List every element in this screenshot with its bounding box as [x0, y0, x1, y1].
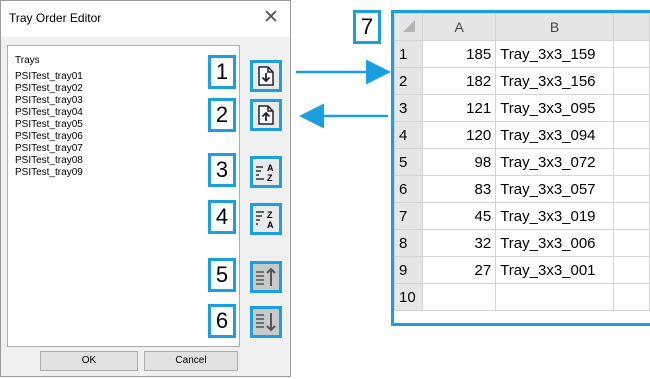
close-icon[interactable]: ✕	[263, 8, 279, 28]
row-header[interactable]: 10	[394, 283, 424, 311]
column-header-b[interactable]: B	[495, 13, 614, 41]
column-header-a[interactable]: A	[422, 13, 497, 41]
cell-b8[interactable]: Tray_3x3_006	[495, 229, 614, 257]
list-item[interactable]: PSITest_tray02	[15, 83, 83, 94]
callout-3: 3	[208, 153, 236, 187]
cell-c8[interactable]	[612, 229, 650, 257]
corner-triangle-icon	[402, 20, 415, 32]
cell-b4[interactable]: Tray_3x3_094	[495, 121, 614, 149]
cell-b10[interactable]	[495, 283, 614, 311]
list-item[interactable]: PSITest_tray08	[15, 155, 83, 166]
list-item[interactable]: PSITest_tray03	[15, 95, 83, 106]
cell-c5[interactable]	[612, 148, 650, 176]
cell-b9[interactable]: Tray_3x3_001	[495, 256, 614, 284]
cell-c10[interactable]	[612, 283, 650, 311]
cell-a8[interactable]: 32	[422, 229, 497, 257]
row-header[interactable]: 7	[394, 202, 424, 230]
cell-a7[interactable]: 45	[422, 202, 497, 230]
list-item[interactable]: PSITest_tray07	[15, 143, 83, 154]
row-header[interactable]: 4	[394, 121, 424, 149]
callout-5: 5	[208, 258, 236, 292]
cancel-button[interactable]: Cancel	[144, 351, 238, 371]
svg-text:A: A	[267, 163, 274, 173]
cell-a2[interactable]: 182	[422, 67, 497, 95]
move-down-icon	[256, 313, 276, 332]
ok-button[interactable]: OK	[40, 351, 138, 371]
cell-c6[interactable]	[612, 175, 650, 203]
move-up-icon	[256, 267, 276, 286]
spreadsheet: A B 1 185 Tray_3x3_159 2 182 Tray_3x3_156 31…	[391, 10, 650, 326]
sheet-table: A B 1 185 Tray_3x3_159 2 182 Tray_3x3_156 31…	[394, 13, 650, 311]
cell-c7[interactable]	[612, 202, 650, 230]
cell-a5[interactable]: 98	[422, 148, 497, 176]
row-header[interactable]: 6	[394, 175, 424, 203]
dialog-title: Tray Order Editor	[9, 11, 102, 25]
import-icon	[258, 66, 274, 86]
svg-text:Z: Z	[267, 173, 273, 182]
move-down-button[interactable]	[250, 306, 282, 338]
cell-c3[interactable]	[612, 94, 650, 122]
sort-ascending-icon: AZ	[256, 163, 274, 182]
callout-6: 6	[208, 304, 236, 338]
move-up-button[interactable]	[250, 261, 282, 293]
cell-b5[interactable]: Tray_3x3_072	[495, 148, 614, 176]
sort-descending-icon: ZA	[256, 210, 274, 229]
row-header[interactable]: 3	[394, 94, 424, 122]
import-button[interactable]	[250, 60, 282, 92]
list-item[interactable]: PSITest_tray06	[15, 131, 83, 142]
export-button[interactable]	[250, 99, 282, 131]
callout-7: 7	[353, 10, 381, 44]
svg-text:Z: Z	[267, 210, 273, 220]
select-all-corner[interactable]	[394, 13, 424, 41]
row-header[interactable]: 1	[394, 40, 424, 68]
cell-b7[interactable]: Tray_3x3_019	[495, 202, 614, 230]
sort-ascending-button[interactable]: AZ	[250, 156, 282, 188]
cell-a10[interactable]	[422, 283, 497, 311]
cell-b2[interactable]: Tray_3x3_156	[495, 67, 614, 95]
cell-c2[interactable]	[612, 67, 650, 95]
callout-1: 1	[208, 55, 236, 89]
sort-descending-button[interactable]: ZA	[250, 203, 282, 235]
row-header[interactable]: 9	[394, 256, 424, 284]
cell-a1[interactable]: 185	[422, 40, 497, 68]
row-header[interactable]: 2	[394, 67, 424, 95]
cell-c4[interactable]	[612, 121, 650, 149]
callout-2: 2	[208, 98, 236, 132]
cell-a4[interactable]: 120	[422, 121, 497, 149]
svg-text:A: A	[267, 220, 274, 229]
cell-a9[interactable]: 27	[422, 256, 497, 284]
cell-c1[interactable]	[612, 40, 650, 68]
cell-a6[interactable]: 83	[422, 175, 497, 203]
title-bar: Tray Order Editor ✕	[1, 1, 290, 37]
row-header[interactable]: 8	[394, 229, 424, 257]
tray-order-editor-dialog: Tray Order Editor ✕ Trays PSITest_tray01…	[0, 0, 291, 377]
cell-b3[interactable]: Tray_3x3_095	[495, 94, 614, 122]
cell-c9[interactable]	[612, 256, 650, 284]
list-item[interactable]: PSITest_tray05	[15, 119, 83, 130]
arrows	[296, 60, 391, 129]
export-icon	[258, 105, 274, 125]
tray-list[interactable]: Trays PSITest_tray01 PSITest_tray02 PSIT…	[7, 45, 240, 347]
cell-b1[interactable]: Tray_3x3_159	[495, 40, 614, 68]
list-header: Trays	[15, 55, 40, 66]
column-header-c[interactable]	[612, 13, 650, 41]
callout-4: 4	[208, 200, 236, 234]
list-item[interactable]: PSITest_tray04	[15, 107, 83, 118]
row-header[interactable]: 5	[394, 148, 424, 176]
cell-a3[interactable]: 121	[422, 94, 497, 122]
list-item[interactable]: PSITest_tray09	[15, 167, 83, 178]
cell-b6[interactable]: Tray_3x3_057	[495, 175, 614, 203]
list-item[interactable]: PSITest_tray01	[15, 71, 83, 82]
